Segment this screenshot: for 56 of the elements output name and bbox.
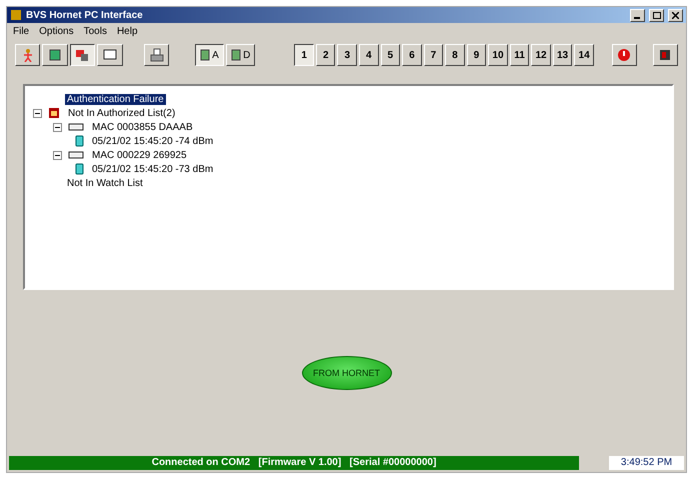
channel-tab[interactable]: 5 (380, 44, 400, 66)
network-card-icon (68, 151, 84, 159)
door-icon (658, 48, 672, 62)
signal-tag-icon (75, 163, 84, 175)
channel-tab[interactable]: 3 (337, 44, 358, 66)
minimize-button[interactable] (630, 8, 645, 22)
monitor-icon (102, 49, 117, 61)
close-button[interactable] (668, 8, 683, 22)
collapse-toggle-icon[interactable] (33, 108, 42, 118)
menu-item[interactable]: File (13, 26, 30, 37)
tree-item[interactable]: 05/21/02 15:45:20 -74 dBm (90, 136, 216, 146)
collapse-toggle-icon[interactable] (53, 150, 62, 160)
tree-item[interactable]: MAC 000229 269925 (90, 150, 189, 160)
channel-tab[interactable]: 13 (552, 44, 572, 66)
tree-item[interactable]: 05/21/02 15:45:20 -73 dBm (90, 164, 216, 174)
mode-button[interactable]: A (194, 44, 224, 66)
tree-item[interactable]: Authentication Failure (65, 94, 166, 104)
channel-tab[interactable]: 9 (466, 44, 486, 66)
channel-tab[interactable]: 14 (574, 44, 594, 66)
maximize-icon (652, 12, 660, 18)
tree-item[interactable]: MAC 0003855 DAAAB (90, 122, 195, 132)
status-time: 3:49:52 PM (609, 456, 684, 470)
power-icon (617, 48, 632, 62)
device-icon (200, 49, 210, 61)
power-button[interactable] (612, 44, 637, 66)
channel-tab[interactable]: 2 (316, 44, 336, 66)
close-icon (672, 12, 679, 18)
collapse-toggle-icon[interactable] (53, 122, 62, 132)
runner-icon (22, 48, 34, 62)
window-title: BVS Hornet PC Interface (26, 10, 144, 20)
alarm-icon (48, 107, 60, 119)
exit-button[interactable] (652, 44, 678, 66)
tree-item[interactable]: Not In Authorized List(2) (66, 108, 178, 118)
status-message: Connected on COM2 [Firmware V 1.00] [Serial #00000000] (9, 456, 579, 470)
channel-tab[interactable]: 11 (510, 44, 530, 66)
channel-tab[interactable]: 8 (445, 44, 465, 66)
toolbar-button[interactable] (70, 44, 96, 66)
menu-item[interactable]: Help (116, 26, 138, 37)
channel-tab[interactable]: 6 (402, 44, 422, 66)
chip-icon (48, 48, 62, 62)
network-card-icon (68, 123, 84, 131)
maximize-button[interactable] (649, 8, 664, 22)
menu-item[interactable]: Options (39, 26, 74, 37)
tree-item[interactable]: Not In Watch List (65, 178, 145, 188)
menu-item[interactable]: Tools (84, 26, 107, 37)
signal-tag-icon (75, 135, 84, 147)
channel-tab[interactable]: 1 (294, 44, 314, 66)
channel-tab[interactable]: 12 (531, 44, 551, 66)
mode-button[interactable]: D (226, 44, 256, 66)
channel-tab[interactable]: 7 (424, 44, 444, 66)
channel-tab[interactable]: 10 (488, 44, 508, 66)
channel-tab[interactable]: 4 (359, 44, 379, 66)
device-icon (231, 49, 242, 61)
printer-icon (150, 48, 164, 62)
from-hornet-button[interactable]: FROM HORNET (302, 356, 392, 390)
app-icon (10, 9, 22, 21)
